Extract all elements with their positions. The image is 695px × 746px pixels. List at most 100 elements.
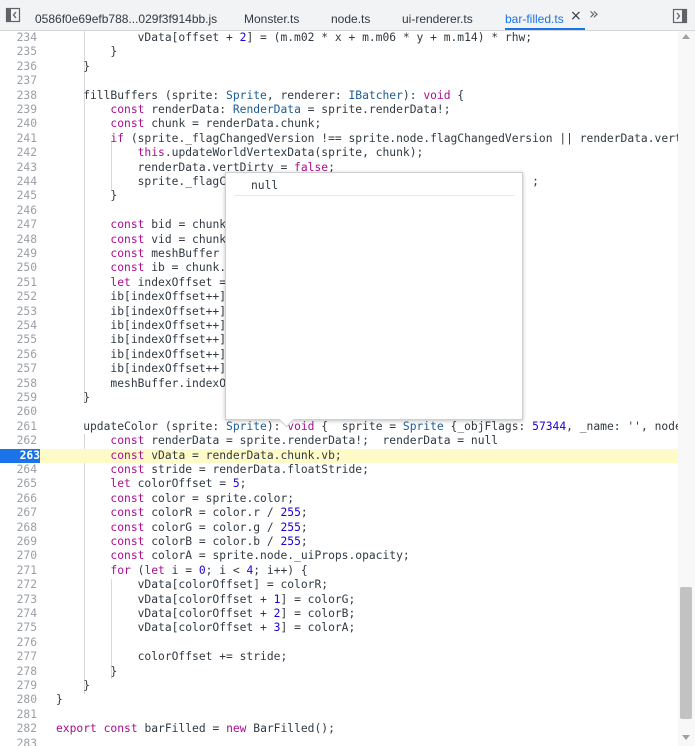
- code-line[interactable]: 277 colorOffset += stride;: [0, 650, 678, 664]
- line-number[interactable]: 272: [0, 578, 37, 592]
- line-number[interactable]: 262: [0, 434, 37, 448]
- code-line[interactable]: 236 }: [0, 60, 678, 74]
- line-number[interactable]: 247: [0, 218, 37, 232]
- code-line[interactable]: 241 if (sprite._flagChangedVersion !== s…: [0, 132, 678, 146]
- line-number[interactable]: 282: [0, 722, 37, 736]
- line-number[interactable]: 278: [0, 665, 37, 679]
- code-line[interactable]: 235 }: [0, 45, 678, 59]
- scroll-up-arrow-icon[interactable]: [682, 34, 690, 39]
- line-number[interactable]: 245: [0, 189, 37, 203]
- line-number[interactable]: 267: [0, 506, 37, 520]
- code-line[interactable]: 265 let colorOffset = 5;: [0, 477, 678, 491]
- code-text: }: [56, 679, 91, 692]
- code-line[interactable]: 278 }: [0, 665, 678, 679]
- toggle-debugger-icon[interactable]: [672, 8, 688, 24]
- line-number[interactable]: 248: [0, 233, 37, 247]
- tab-bundle-js[interactable]: 0586f0e69efb788...029f3f914bb.js: [35, 0, 217, 30]
- line-number[interactable]: 235: [0, 45, 37, 59]
- line-number[interactable]: 240: [0, 117, 37, 131]
- code-line[interactable]: 276: [0, 636, 678, 650]
- scrollbar-thumb[interactable]: [680, 587, 692, 719]
- code-line[interactable]: 283: [0, 737, 678, 746]
- code-line[interactable]: 238 fillBuffers (sprite: Sprite, rendere…: [0, 89, 678, 103]
- code-line[interactable]: 268 const colorG = color.g / 255;: [0, 521, 678, 535]
- line-number[interactable]: 256: [0, 348, 37, 362]
- code-line[interactable]: 270 const colorA = sprite.node._uiProps.…: [0, 549, 678, 563]
- breakpoint-line-number[interactable]: 263: [0, 448, 40, 463]
- line-number[interactable]: 271: [0, 564, 37, 578]
- line-number[interactable]: 260: [0, 405, 37, 419]
- code-line[interactable]: 242 this.updateWorldVertexData(sprite, c…: [0, 146, 678, 160]
- line-number[interactable]: 274: [0, 607, 37, 621]
- code-line[interactable]: 266 const color = sprite.color;: [0, 492, 678, 506]
- more-tabs-icon[interactable]: »: [589, 6, 599, 22]
- code-line[interactable]: 274 vData[colorOffset + 2] = colorB;: [0, 607, 678, 621]
- line-number[interactable]: 249: [0, 247, 37, 261]
- code-line[interactable]: 269 const colorB = color.b / 255;: [0, 535, 678, 549]
- tab-ui-renderer-ts[interactable]: ui-renderer.ts: [402, 0, 473, 30]
- code-line[interactable]: 281: [0, 708, 678, 722]
- tab-monster-ts[interactable]: Monster.ts: [244, 0, 299, 30]
- code-line[interactable]: 272 vData[colorOffset] = colorR;: [0, 578, 678, 592]
- line-number[interactable]: 276: [0, 636, 37, 650]
- line-number[interactable]: 265: [0, 477, 37, 491]
- code-line[interactable]: 275 vData[colorOffset + 3] = colorA;: [0, 621, 678, 635]
- code-line[interactable]: 282 export const barFilled = new BarFille…: [0, 722, 678, 736]
- variable-value-popover[interactable]: null: [225, 172, 523, 420]
- code-text: }: [56, 693, 63, 707]
- line-number[interactable]: 241: [0, 132, 37, 146]
- code-line[interactable]: 271 for (let i = 0; i < 4; i++) {: [0, 564, 678, 578]
- code-line[interactable]: 280}: [0, 693, 678, 707]
- code-line[interactable]: 262 const renderData = sprite.renderData…: [0, 434, 678, 448]
- line-number[interactable]: 270: [0, 549, 37, 563]
- line-number[interactable]: 236: [0, 60, 37, 74]
- code-line[interactable]: 261 updateColor (sprite: Sprite): void {…: [0, 420, 678, 434]
- line-number[interactable]: 257: [0, 362, 37, 376]
- code-line[interactable]: 239 const renderData: RenderData = sprit…: [0, 103, 678, 117]
- code-line[interactable]: 279 }: [0, 679, 678, 693]
- tab-node-ts[interactable]: node.ts: [331, 0, 370, 30]
- line-number[interactable]: 268: [0, 521, 37, 535]
- line-number[interactable]: 279: [0, 679, 37, 693]
- code-line[interactable]: 240 const chunk = renderData.chunk;: [0, 117, 678, 131]
- line-number[interactable]: 244: [0, 175, 37, 189]
- line-number[interactable]: 280: [0, 693, 37, 707]
- scroll-down-arrow-icon[interactable]: [682, 735, 690, 740]
- line-number[interactable]: 269: [0, 535, 37, 549]
- toggle-navigator-icon[interactable]: [5, 7, 21, 23]
- line-number[interactable]: 266: [0, 492, 37, 506]
- line-number[interactable]: 283: [0, 737, 37, 746]
- line-number[interactable]: 264: [0, 463, 37, 477]
- code-text: const vid = chunk.: [110, 232, 233, 246]
- line-number[interactable]: 234: [0, 31, 37, 45]
- vertical-scrollbar[interactable]: [678, 31, 695, 746]
- code-line[interactable]: 273 vData[colorOffset + 1] = colorG;: [0, 593, 678, 607]
- line-number[interactable]: 242: [0, 146, 37, 160]
- close-tab-icon[interactable]: ×: [570, 9, 582, 23]
- line-number[interactable]: 252: [0, 290, 37, 304]
- line-number[interactable]: 251: [0, 276, 37, 290]
- line-number[interactable]: 254: [0, 319, 37, 333]
- code-line[interactable]: 264 const stride = renderData.floatStrid…: [0, 463, 678, 477]
- code-line[interactable]: 237: [0, 74, 678, 88]
- current-execution-line[interactable]: 263 const vData = renderData.chunk.vb;: [0, 448, 678, 463]
- code-text: updateColor (sprite: Sprite): void { spr…: [56, 419, 678, 433]
- line-number[interactable]: 243: [0, 161, 37, 175]
- line-number[interactable]: 253: [0, 305, 37, 319]
- line-number[interactable]: 261: [0, 420, 37, 434]
- line-number[interactable]: 259: [0, 391, 37, 405]
- line-number[interactable]: 237: [0, 74, 37, 88]
- code-line[interactable]: 234 vData[offset + 2] = (m.m02 * x + m.m…: [0, 31, 678, 45]
- line-number[interactable]: 239: [0, 103, 37, 117]
- line-number[interactable]: 281: [0, 708, 37, 722]
- line-number[interactable]: 246: [0, 204, 37, 218]
- line-number[interactable]: 275: [0, 621, 37, 635]
- line-number[interactable]: 255: [0, 333, 37, 347]
- line-number[interactable]: 238: [0, 89, 37, 103]
- code-text: const vData = renderData.chunk.vb;: [110, 448, 342, 462]
- line-number[interactable]: 273: [0, 593, 37, 607]
- line-number[interactable]: 258: [0, 377, 37, 391]
- line-number[interactable]: 277: [0, 650, 37, 664]
- line-number[interactable]: 250: [0, 261, 37, 275]
- code-line[interactable]: 267 const colorR = color.r / 255;: [0, 506, 678, 520]
